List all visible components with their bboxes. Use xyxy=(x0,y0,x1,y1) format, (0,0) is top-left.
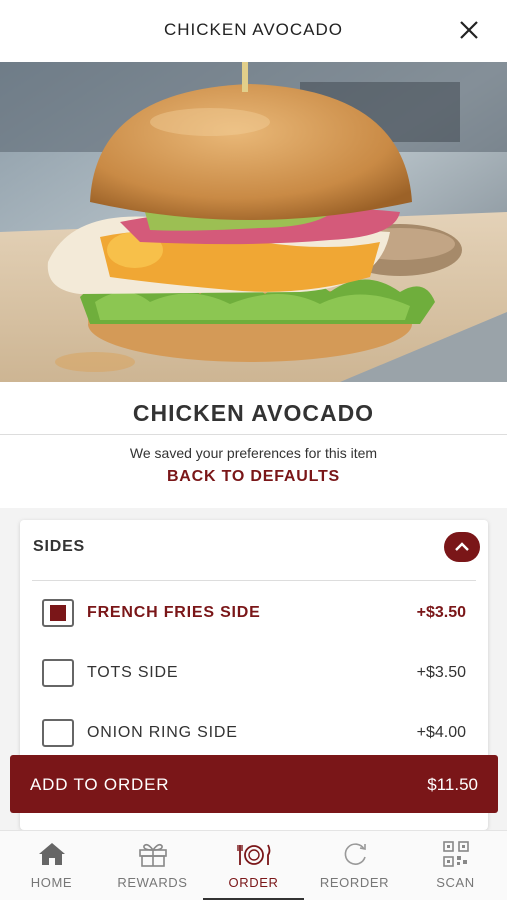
tab-label: ORDER xyxy=(228,875,279,890)
checkbox[interactable] xyxy=(42,659,74,687)
close-icon[interactable] xyxy=(457,18,481,42)
side-option-price: +$3.50 xyxy=(416,664,466,681)
side-option-french-fries[interactable]: FRENCH FRIES SIDE +$3.50 xyxy=(20,593,488,637)
plate-utensils-icon xyxy=(236,844,270,865)
tab-label: REORDER xyxy=(319,875,390,890)
item-photo xyxy=(0,62,507,382)
item-title: CHICKEN AVOCADO xyxy=(132,400,375,426)
side-option-price: +$4.00 xyxy=(416,724,466,741)
home-icon xyxy=(38,843,65,865)
side-option-onion-rings[interactable]: ONION RING SIDE +$4.00 xyxy=(20,713,488,757)
sides-section-label: SIDES xyxy=(33,538,86,555)
tab-label: REWARDS xyxy=(117,875,188,890)
side-option-label: ONION RING SIDE xyxy=(87,724,238,741)
checkbox[interactable] xyxy=(42,599,74,627)
gift-icon xyxy=(138,843,167,867)
qr-code-icon xyxy=(442,841,469,867)
checkbox[interactable] xyxy=(42,719,74,747)
top-bar: CHICKEN AVOCADO xyxy=(0,0,507,62)
add-to-order-button[interactable]: ADD TO ORDER $11.50 xyxy=(10,755,498,813)
side-option-price: +$3.50 xyxy=(416,604,466,621)
side-option-label: FRENCH FRIES SIDE xyxy=(87,604,261,621)
order-total: $11.50 xyxy=(427,775,478,794)
header-title: CHICKEN AVOCADO xyxy=(163,20,344,39)
side-option-label: TOTS SIDE xyxy=(87,664,179,681)
collapse-sides-button[interactable] xyxy=(444,532,480,562)
tab-reorder[interactable]: REORDER xyxy=(304,831,405,900)
tab-label: SCAN xyxy=(436,875,475,890)
tab-label: HOME xyxy=(30,875,73,890)
chevron-up-icon xyxy=(455,542,469,551)
tab-scan[interactable]: SCAN xyxy=(405,831,506,900)
back-to-defaults-link[interactable]: BACK TO DEFAULTS xyxy=(0,468,507,486)
divider xyxy=(0,434,507,435)
bottom-tab-bar: HOME REWARDS ORDER REORDER SCAN xyxy=(0,830,507,900)
tab-order[interactable]: ORDER xyxy=(203,831,304,900)
refresh-icon xyxy=(344,843,366,865)
side-option-tots[interactable]: TOTS SIDE +$3.50 xyxy=(20,653,488,697)
checkbox-checked-mark xyxy=(50,605,66,621)
tab-home[interactable]: HOME xyxy=(1,831,102,900)
preferences-note: We saved your preferences for this item xyxy=(129,445,378,461)
add-to-order-label: ADD TO ORDER xyxy=(30,775,170,794)
tab-rewards[interactable]: REWARDS xyxy=(102,831,203,900)
divider xyxy=(32,580,476,581)
